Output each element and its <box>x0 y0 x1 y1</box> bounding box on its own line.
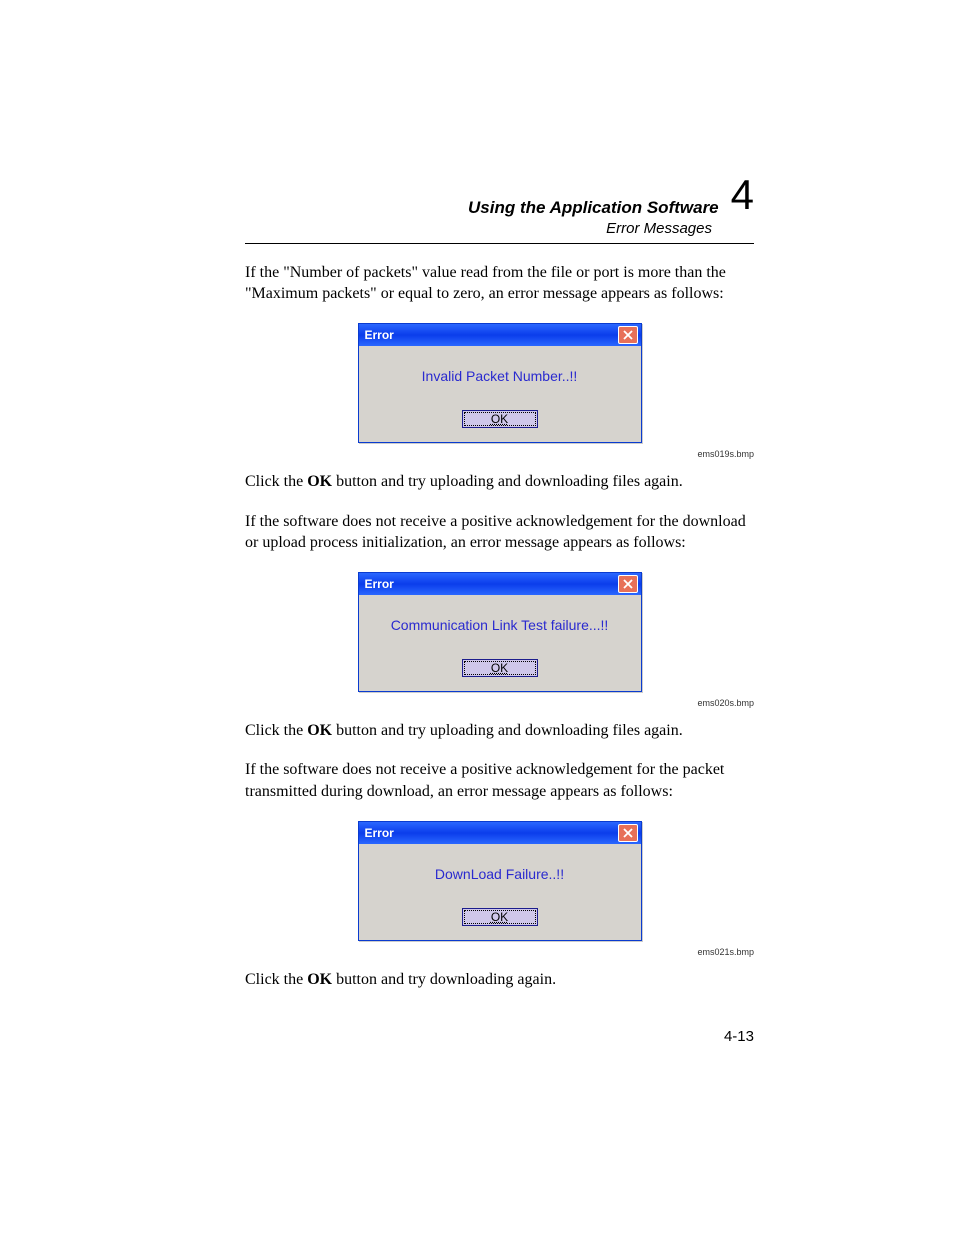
dialog-titlebar: Error <box>359 324 641 346</box>
header-title: Using the Application Software <box>468 198 719 218</box>
dialog-message: Communication Link Test failure...!! <box>369 617 631 633</box>
text: Click the <box>245 473 307 490</box>
page-header: Using the Application Software 4 Error M… <box>245 180 754 237</box>
text: button and try uploading and downloading… <box>332 722 683 739</box>
header-subtitle: Error Messages <box>245 220 754 237</box>
page-number: 4-13 <box>724 1028 754 1045</box>
dialog-2-wrap: Error Communication Link Test failure...… <box>245 572 754 692</box>
dialog-3-wrap: Error DownLoad Failure..!! OK <box>245 821 754 941</box>
dialog-title: Error <box>365 328 394 342</box>
error-dialog-3: Error DownLoad Failure..!! OK <box>358 821 642 941</box>
bold-text: OK <box>307 971 332 988</box>
dialog-titlebar: Error <box>359 822 641 844</box>
dialog-body: Communication Link Test failure...!! OK <box>359 595 641 691</box>
dialog-message: Invalid Packet Number..!! <box>369 368 631 384</box>
dialog-titlebar: Error <box>359 573 641 595</box>
error-dialog-1: Error Invalid Packet Number..!! OK <box>358 323 642 443</box>
dialog-title: Error <box>365 826 394 840</box>
ok-button[interactable]: OK <box>462 908 538 926</box>
ok-button[interactable]: OK <box>462 659 538 677</box>
close-icon[interactable] <box>618 575 638 593</box>
dialog-title: Error <box>365 577 394 591</box>
text: button and try downloading again. <box>332 971 556 988</box>
paragraph-5: If the software does not receive a posit… <box>245 759 754 802</box>
figure-caption-1: ems019s.bmp <box>245 449 754 459</box>
ok-button[interactable]: OK <box>462 410 538 428</box>
dialog-body: DownLoad Failure..!! OK <box>359 844 641 940</box>
text: button and try uploading and downloading… <box>332 473 683 490</box>
paragraph-1: If the "Number of packets" value read fr… <box>245 262 754 305</box>
dialog-message: DownLoad Failure..!! <box>369 866 631 882</box>
dialog-body: Invalid Packet Number..!! OK <box>359 346 641 442</box>
bold-text: OK <box>307 722 332 739</box>
figure-caption-2: ems020s.bmp <box>245 698 754 708</box>
paragraph-6: Click the OK button and try downloading … <box>245 969 754 991</box>
close-icon[interactable] <box>618 824 638 842</box>
paragraph-4: Click the OK button and try uploading an… <box>245 720 754 742</box>
close-icon[interactable] <box>618 326 638 344</box>
header-rule <box>245 243 754 244</box>
chapter-number: 4 <box>731 176 754 214</box>
bold-text: OK <box>307 473 332 490</box>
page: Using the Application Software 4 Error M… <box>0 0 954 1235</box>
error-dialog-2: Error Communication Link Test failure...… <box>358 572 642 692</box>
figure-caption-3: ems021s.bmp <box>245 947 754 957</box>
paragraph-3: If the software does not receive a posit… <box>245 511 754 554</box>
text: Click the <box>245 722 307 739</box>
paragraph-2: Click the OK button and try uploading an… <box>245 471 754 493</box>
dialog-1-wrap: Error Invalid Packet Number..!! OK <box>245 323 754 443</box>
text: Click the <box>245 971 307 988</box>
